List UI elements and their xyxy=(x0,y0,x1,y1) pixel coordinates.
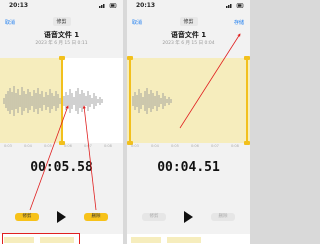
trim-handle-end[interactable] xyxy=(244,56,250,145)
waveform-area[interactable] xyxy=(127,56,250,145)
status-bar: 20:13 xyxy=(127,2,250,10)
trim-header: 修剪 xyxy=(52,17,71,26)
tick-label: 0:05 xyxy=(171,144,179,148)
signal-battery-icon xyxy=(99,3,117,8)
signal-battery-icon xyxy=(226,3,244,8)
overview-strip[interactable] xyxy=(0,233,123,244)
trim-button[interactable]: 修剪 xyxy=(142,213,166,221)
trim-button[interactable]: 修剪 xyxy=(15,213,39,221)
recording-title: 语音文件 1 xyxy=(170,31,207,39)
play-icon[interactable] xyxy=(57,211,66,223)
cancel-button[interactable]: 取消 xyxy=(132,19,142,26)
time-ruler: 0:03 0:04 0:05 0:06 0:07 0:08 xyxy=(0,144,123,152)
tick-label: 0:06 xyxy=(64,144,72,148)
time-ruler: 0:03 0:04 0:05 0:06 0:07 0:08 xyxy=(127,144,250,152)
tick-label: 0:03 xyxy=(4,144,12,148)
recording-date: 2023 年 6 月 15 日 0:04 xyxy=(162,41,215,46)
nav-bar: 取消 修剪 存储 xyxy=(127,14,250,26)
playback-controls: 修剪 删除 xyxy=(0,211,123,227)
play-icon[interactable] xyxy=(184,211,193,223)
trim-header: 修剪 xyxy=(179,17,198,26)
recording-title: 语音文件 1 xyxy=(43,31,80,39)
tick-label: 0:03 xyxy=(131,144,139,148)
waveform xyxy=(132,88,172,114)
tick-label: 0:07 xyxy=(211,144,219,148)
tick-label: 0:04 xyxy=(151,144,159,148)
tick-label: 0:07 xyxy=(84,144,92,148)
nav-bar: 取消 修剪 xyxy=(0,14,123,26)
save-button[interactable]: 存储 xyxy=(234,19,244,26)
playback-controls: 修剪 删除 xyxy=(127,211,250,227)
overview-segment xyxy=(167,237,201,243)
right-screen: 20:13 取消 修剪 存储 语音文件 1 2023 年 6 月 15 日 0:… xyxy=(127,0,250,244)
overview-segment xyxy=(131,237,161,243)
status-time: 20:13 xyxy=(136,2,156,9)
tick-label: 0:05 xyxy=(44,144,52,148)
playback-timer: 00:04.51 xyxy=(157,160,220,175)
recording-date: 2023 年 6 月 15 日 0:11 xyxy=(35,41,88,46)
tick-label: 0:08 xyxy=(231,144,239,148)
overview-strip[interactable] xyxy=(127,234,250,244)
tick-label: 0:06 xyxy=(191,144,199,148)
playback-timer: 00:05.58 xyxy=(30,160,93,175)
trim-handle[interactable] xyxy=(59,56,65,145)
status-bar: 20:13 xyxy=(0,2,123,10)
status-time: 20:13 xyxy=(9,2,29,9)
tick-label: 0:08 xyxy=(104,144,112,148)
delete-button[interactable]: 删除 xyxy=(211,213,235,221)
cancel-button[interactable]: 取消 xyxy=(5,19,15,26)
left-screen: 20:13 取消 修剪 语音文件 1 2023 年 6 月 15 日 0:11 xyxy=(0,0,123,244)
trim-handle-start[interactable] xyxy=(127,56,133,145)
tick-label: 0:04 xyxy=(24,144,32,148)
delete-button[interactable]: 删除 xyxy=(84,213,108,221)
annotation-highlight-box xyxy=(2,233,80,244)
waveform-area[interactable] xyxy=(0,56,123,145)
